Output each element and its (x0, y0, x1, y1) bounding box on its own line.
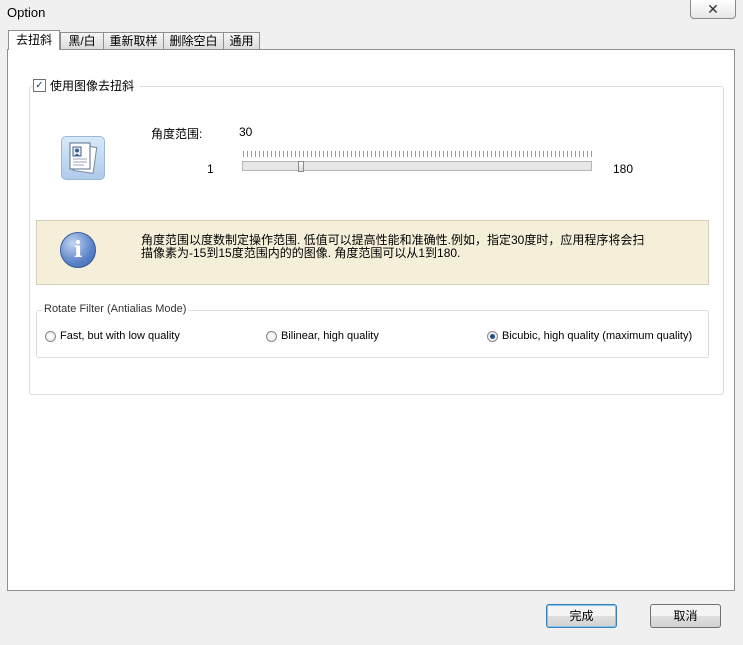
tab-general[interactable]: 通用 (223, 32, 260, 49)
angle-range-label: 角度范围: (151, 127, 203, 141)
radio-fast-indicator[interactable] (45, 330, 56, 342)
ok-button[interactable]: 完成 (546, 604, 617, 628)
angle-slider-track[interactable] (242, 161, 592, 171)
radio-bilinear[interactable]: Bilinear, high quality (266, 330, 379, 342)
slider-min-label: 1 (207, 162, 214, 176)
slider-ticks (243, 151, 592, 157)
window-title: Option (7, 5, 46, 20)
tab-resample[interactable]: 重新取样 (103, 32, 164, 49)
info-text-line-2: 描像素为-15到15度范围内的的图像. 角度范围可以从1到180. (141, 246, 461, 260)
title-bar: Option ✕ (0, 0, 743, 28)
radio-fast-label: Fast, but with low quality (60, 330, 180, 342)
radio-bilinear-indicator[interactable] (266, 330, 277, 342)
radio-bicubic-label: Bicubic, high quality (maximum quality) (502, 330, 693, 342)
radio-bicubic-indicator[interactable] (487, 330, 498, 342)
tab-deskew[interactable]: 去扭斜 (8, 30, 60, 50)
radio-bicubic[interactable]: Bicubic, high quality (maximum quality) (487, 330, 692, 342)
radio-bilinear-label: Bilinear, high quality (281, 330, 379, 342)
slider-max-label: 180 (613, 162, 634, 176)
angle-slider-thumb[interactable] (298, 161, 304, 172)
enable-deskew-label: 使用图像去扭斜 (50, 78, 135, 93)
angle-value: 30 (239, 125, 253, 139)
info-text: 角度范围以度数制定操作范围. 低值可以提高性能和准确性.例如，指定30度时，应用… (141, 234, 661, 260)
close-button[interactable]: ✕ (690, 0, 736, 19)
info-icon: i (60, 232, 96, 268)
enable-deskew-checkbox[interactable]: ✓ 使用图像去扭斜 (33, 77, 141, 93)
radio-fast[interactable]: Fast, but with low quality (45, 330, 180, 342)
tab-remove-blank[interactable]: 删除空白 (163, 32, 224, 49)
cancel-button[interactable]: 取消 (650, 604, 721, 628)
rotate-filter-legend: Rotate Filter (Antialias Mode) (42, 303, 189, 315)
tab-black-white[interactable]: 黑/白 (60, 32, 104, 49)
close-icon: ✕ (707, 0, 719, 17)
checkbox-check-icon[interactable]: ✓ (33, 78, 46, 92)
document-icon (61, 136, 105, 180)
